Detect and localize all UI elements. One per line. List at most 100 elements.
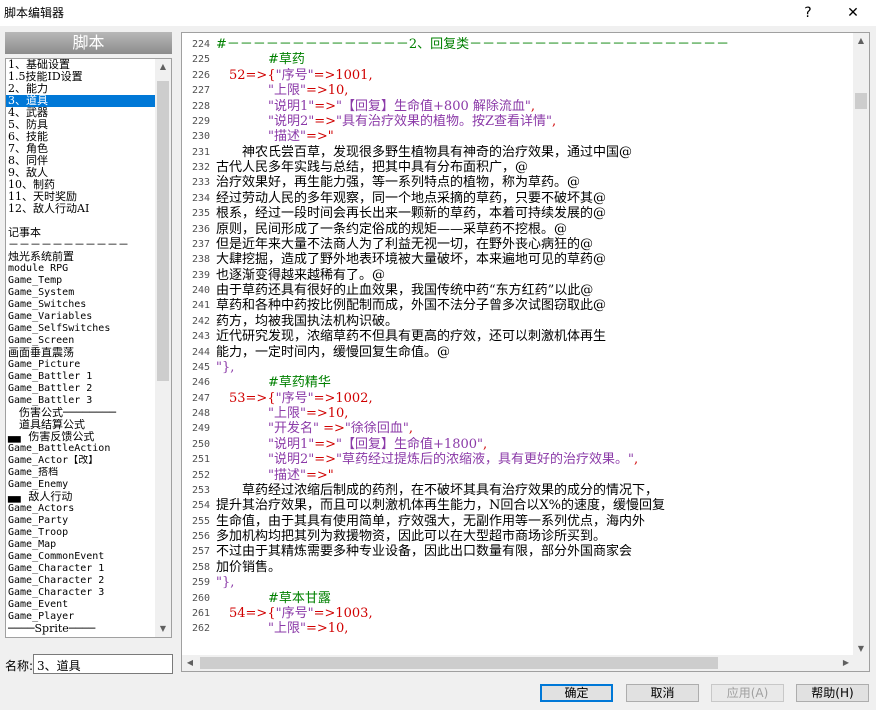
script-list-item[interactable]: Game_Party bbox=[6, 515, 156, 527]
code-line: 228 "说明1"=>"【回复】生命值+800 解除流血", bbox=[182, 99, 852, 114]
script-list-item[interactable]: Game_Character 3 bbox=[6, 587, 156, 599]
editor-horizontal-scrollbar[interactable]: ◀ ▶ bbox=[182, 655, 854, 671]
script-list-item[interactable] bbox=[6, 215, 156, 227]
code-token: 神农氏尝百草，发现很多野生植物具有神奇的治疗效果，通过中国@ bbox=[216, 144, 633, 160]
script-list-item[interactable]: 伤害公式──────── bbox=[6, 407, 156, 419]
code-token: 提升其治疗效果，而且可以刺激机体再生能力，N回合以X%的速度，缓慢回复 bbox=[216, 498, 665, 514]
line-number: 230 bbox=[192, 131, 211, 143]
code-line: 246 #草药精华 bbox=[182, 375, 852, 390]
code-line: 253 草药经过浓缩后制成的药剂，在不破坏其具有治疗效果的成分的情况下， bbox=[182, 483, 852, 498]
editor-vertical-scrollbar[interactable]: ▲ ▼ bbox=[853, 33, 869, 657]
code-line: 230 "描述"=>" bbox=[182, 129, 852, 144]
script-list-item[interactable]: 画面垂直震荡 bbox=[6, 347, 156, 359]
script-list-item[interactable]: 12、敌人行动AI bbox=[6, 203, 156, 215]
scroll-up-arrow-icon[interactable]: ▲ bbox=[853, 33, 869, 49]
script-list-item[interactable]: 4、武器 bbox=[6, 107, 156, 119]
apply-button[interactable]: 应用(A) bbox=[711, 684, 784, 702]
script-list-item[interactable]: Game_Character 1 bbox=[6, 563, 156, 575]
code-token: "说明1" bbox=[268, 98, 315, 114]
name-input[interactable]: 3、道具 bbox=[33, 654, 173, 674]
code-token: "说明1" bbox=[268, 436, 315, 452]
script-list-item[interactable]: Game_Player bbox=[6, 611, 156, 623]
script-list-item[interactable]: Game_Battler 1 bbox=[6, 371, 156, 383]
script-list-item[interactable]: Game_SelfSwitches bbox=[6, 323, 156, 335]
scroll-thumb[interactable] bbox=[157, 81, 169, 381]
script-list-item[interactable]: 11、天时奖励 bbox=[6, 191, 156, 203]
script-list-item[interactable]: 1.5技能ID设置 bbox=[6, 71, 156, 83]
scroll-up-arrow-icon[interactable]: ▲ bbox=[155, 59, 171, 75]
code-token: "上限" bbox=[268, 83, 306, 99]
script-list-item[interactable]: Game_System bbox=[6, 287, 156, 299]
script-list-item[interactable]: 5、防具 bbox=[6, 119, 156, 131]
code-token: 不过由于其精炼需要多种专业设备，因此出口数量有限，部分外国商家会 bbox=[216, 544, 633, 560]
script-list-item[interactable]: Game_Picture bbox=[6, 359, 156, 371]
code-token: => bbox=[314, 436, 337, 452]
script-list-item[interactable]: Game_Event bbox=[6, 599, 156, 611]
script-list-item[interactable]: 8、同伴 bbox=[6, 155, 156, 167]
script-list-item[interactable]: Game_Temp bbox=[6, 275, 156, 287]
script-list-item[interactable]: ────Sprite──── bbox=[6, 623, 156, 635]
script-list-item[interactable]: ▄▖ 敌人行动 bbox=[6, 491, 156, 503]
line-number: 227 bbox=[192, 85, 211, 97]
script-list-item[interactable]: Game_BattleAction bbox=[6, 443, 156, 455]
close-icon[interactable]: ✕ bbox=[838, 2, 868, 24]
script-list-item[interactable]: Game_Character 2 bbox=[6, 575, 156, 587]
ok-button[interactable]: 确定 bbox=[540, 684, 613, 702]
script-list-item[interactable]: 9、敌人 bbox=[6, 167, 156, 179]
script-list-item[interactable]: ▄▖ 伤害反馈公式 bbox=[6, 431, 156, 443]
script-list-item[interactable]: Game_Actors bbox=[6, 503, 156, 515]
script-list-item[interactable]: 烛光系统前置 bbox=[6, 251, 156, 263]
script-list-item[interactable]: module RPG bbox=[6, 263, 156, 275]
script-list-item[interactable]: Game_Battler 2 bbox=[6, 383, 156, 395]
line-number: 253 bbox=[192, 484, 211, 496]
script-list-item[interactable]: 10、制药 bbox=[6, 179, 156, 191]
script-list-item[interactable]: 7、角色 bbox=[6, 143, 156, 155]
line-number: 224 bbox=[192, 39, 211, 50]
code-token: #草药精华 bbox=[216, 375, 331, 391]
script-list-scrollbar[interactable]: ▲ ▼ bbox=[155, 59, 171, 637]
script-list-item[interactable]: Game_Variables bbox=[6, 311, 156, 323]
code-token: 生命值，由于其具有使用简单，疗效强大，无副作用等一系列优点，海内外 bbox=[216, 513, 646, 529]
code-token: 52=>{ bbox=[216, 67, 276, 83]
editor-scroll-thumb[interactable] bbox=[855, 93, 867, 109]
script-list[interactable]: 1、基础设置 1.5技能ID设置 2、能力 3、道具 4、武器 5、防具 6、技能 7、角色 8… bbox=[5, 58, 172, 638]
line-number: 260 bbox=[192, 592, 211, 604]
script-list-item[interactable]: 2、能力 bbox=[6, 83, 156, 95]
code-token: #－－－－－－－－－－－－－－2、回复类－－－－－－－－－－－－－－－－－－－－ bbox=[216, 37, 730, 52]
help-icon[interactable]: ? bbox=[793, 2, 823, 24]
script-list-item[interactable]: 3、道具 bbox=[6, 95, 156, 107]
help-button[interactable]: 帮助(H) bbox=[796, 684, 869, 702]
script-list-item[interactable]: Game_Battler 3 bbox=[6, 395, 156, 407]
code-line: 258 加价销售。 bbox=[182, 560, 852, 575]
code-line: 241 草药和各种中药按比例配制而成，外国不法分子曾多次试图窃取此@ bbox=[182, 298, 852, 313]
script-list-item[interactable]: 道具结算公式 bbox=[6, 419, 156, 431]
line-number: 249 bbox=[192, 423, 211, 435]
script-list-item[interactable]: Game_Map bbox=[6, 539, 156, 551]
script-list-item[interactable]: Game_Screen bbox=[6, 335, 156, 347]
scroll-down-arrow-icon[interactable]: ▼ bbox=[155, 621, 171, 637]
line-number: 248 bbox=[192, 408, 211, 419]
code-line: 245 "}, bbox=[182, 360, 852, 375]
script-list-item[interactable]: Game_Switches bbox=[6, 299, 156, 311]
code-token: 草药经过浓缩后制成的药剂，在不破坏其具有治疗效果的成分的情况下， bbox=[216, 482, 659, 498]
script-list-item[interactable]: Game_CommonEvent bbox=[6, 551, 156, 563]
code-line: 255 生命值，由于其具有使用简单，疗效强大，无副作用等一系列优点，海内外 bbox=[182, 514, 852, 529]
script-list-item[interactable]: Game_搭档 bbox=[6, 467, 156, 479]
script-list-item[interactable]: －－－－－－－－－－－ bbox=[6, 239, 156, 251]
scroll-left-arrow-icon[interactable]: ◀ bbox=[182, 655, 198, 671]
script-list-item[interactable]: 记事本 bbox=[6, 227, 156, 239]
code-editor[interactable]: 224 #－－－－－－－－－－－－－－2、回复类－－－－－－－－－－－－－－－－－… bbox=[181, 32, 870, 672]
script-list-item[interactable]: Game_Actor【改】 bbox=[6, 455, 156, 467]
script-list-item[interactable]: 1、基础设置 bbox=[6, 59, 156, 71]
script-list-item[interactable]: Game_Enemy bbox=[6, 479, 156, 491]
editor-hscroll-thumb[interactable] bbox=[200, 657, 718, 669]
script-list-item[interactable]: Game_Troop bbox=[6, 527, 156, 539]
scroll-right-arrow-icon[interactable]: ▶ bbox=[838, 655, 854, 671]
code-token: 也逐渐变得越来越稀有了。@ bbox=[216, 267, 386, 283]
code-token: "}, bbox=[216, 575, 235, 591]
code-line: 244 能力，一定时间内，缓慢回复生命值。@ bbox=[182, 345, 852, 360]
cancel-button[interactable]: 取消 bbox=[626, 684, 699, 702]
code-line: 256 多加机构均把其列为救援物资，因此可以在大型超市商场诊所买到。 bbox=[182, 529, 852, 544]
script-list-item[interactable]: 6、技能 bbox=[6, 131, 156, 143]
code-token: "具有治疗效果的植物。按Z查看详情" bbox=[336, 113, 553, 129]
